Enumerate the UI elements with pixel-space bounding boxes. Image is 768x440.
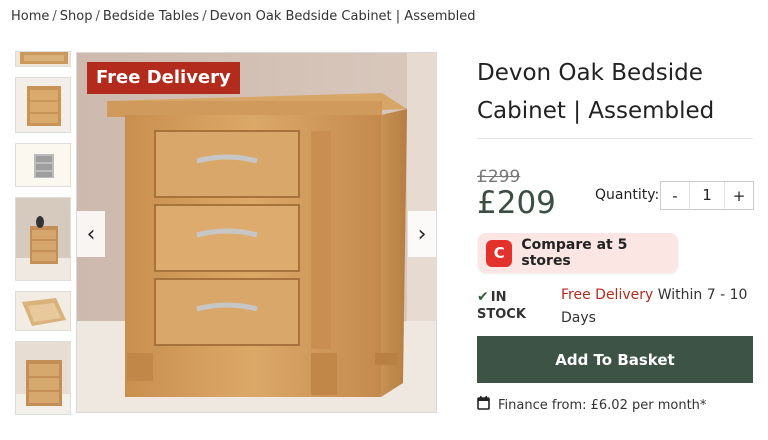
main-product-image: Free Delivery ‹ › (76, 52, 437, 413)
thumbnail-6[interactable] (15, 341, 71, 415)
previous-image-button[interactable]: ‹ (77, 211, 105, 257)
breadcrumb-bedside-tables[interactable]: Bedside Tables (103, 9, 199, 24)
delivery-info: Free Delivery Within 7 - 10 Days (561, 284, 761, 330)
compare-logo-icon: C (486, 239, 513, 267)
chevron-right-icon: › (417, 221, 427, 247)
calendar-icon (477, 396, 490, 414)
breadcrumb-separator: / (52, 9, 57, 24)
finance-info[interactable]: Finance from: £6.02 per month* (477, 396, 706, 414)
quantity-decrease-button[interactable]: - (661, 187, 689, 205)
quantity-label: Quantity: (595, 187, 660, 203)
product-title: Devon Oak Bedside Cabinet | Assembled (477, 60, 715, 124)
breadcrumb-home[interactable]: Home (11, 9, 49, 24)
stock-line-1: IN (490, 290, 507, 305)
breadcrumb-current: Devon Oak Bedside Cabinet | Assembled (209, 9, 476, 24)
finance-text: Finance from: £6.02 per month* (498, 397, 707, 413)
check-icon: ✔ (477, 289, 489, 305)
compare-label: Compare at 5 stores (521, 237, 628, 269)
thumbnail-strip (15, 51, 71, 425)
thumbnail-2[interactable] (15, 77, 71, 133)
breadcrumb-shop[interactable]: Shop (60, 9, 93, 24)
divider (477, 138, 753, 139)
bedside-cabinet-illustration (77, 53, 436, 412)
free-delivery-badge: Free Delivery (87, 62, 240, 94)
breadcrumb-separator: / (202, 9, 207, 24)
next-image-button[interactable]: › (408, 211, 436, 257)
quantity-input[interactable]: 1 (689, 182, 725, 209)
breadcrumb: Home / Shop / Bedside Tables / Devon Oak Bedsi… (11, 9, 476, 24)
chevron-left-icon: ‹ (86, 221, 96, 247)
thumbnail-4[interactable] (15, 197, 71, 281)
stock-status: ✔ IN STOCK (477, 289, 537, 323)
thumbnail-5[interactable] (15, 291, 71, 331)
stock-line-2: STOCK (477, 307, 526, 322)
thumbnail-3[interactable] (15, 143, 71, 187)
sale-price: £209 (477, 185, 556, 221)
quantity-increase-button[interactable]: + (725, 187, 753, 205)
compare-stores-button[interactable]: C Compare at 5 stores (478, 233, 678, 273)
add-to-basket-button[interactable]: Add To Basket (477, 336, 753, 383)
quantity-stepper: - 1 + (660, 181, 754, 210)
add-to-basket-label: Add To Basket (555, 350, 675, 369)
breadcrumb-separator: / (95, 9, 100, 24)
free-delivery-text: Free Delivery (561, 287, 654, 303)
original-price: £299 (477, 167, 521, 187)
thumbnail-1[interactable] (15, 51, 71, 67)
